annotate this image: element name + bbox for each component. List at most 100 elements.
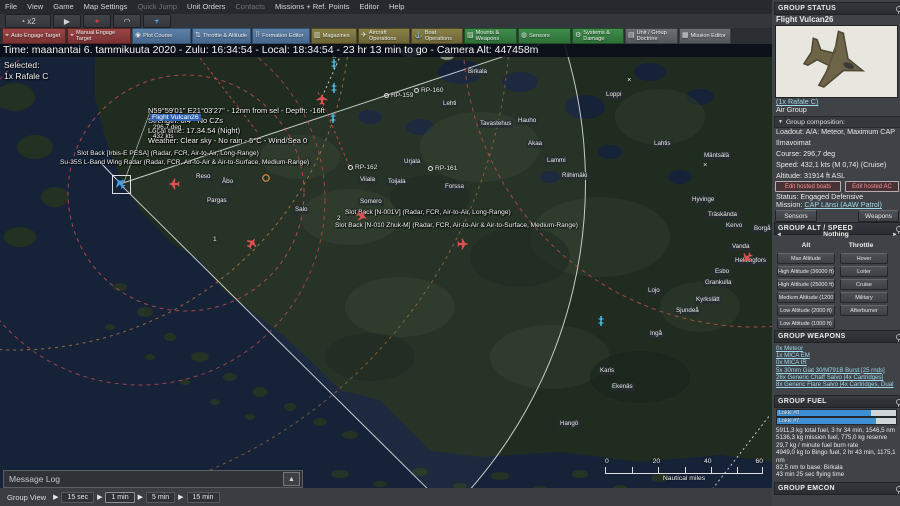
menu-game[interactable]: Game <box>48 0 78 14</box>
menu-file[interactable]: File <box>0 0 22 14</box>
edit-hosted-ac-button[interactable]: Edit hosted AC <box>845 181 899 192</box>
run-pause-button[interactable]: ▶ <box>53 14 81 28</box>
expand-log-button[interactable]: ▲ <box>283 472 300 486</box>
aircraft-operations-button[interactable]: ✈Aircraft Operations <box>358 28 410 44</box>
air-contact-icon[interactable] <box>328 82 340 94</box>
weapon-link[interactable]: 1x MICA EM <box>776 352 897 359</box>
sensors-panel-button[interactable]: Sensors <box>775 210 817 222</box>
ref-point[interactable]: RP-160 <box>414 87 443 94</box>
pin-icon[interactable] <box>896 399 900 405</box>
hostile-aircraft-icon[interactable] <box>456 237 470 251</box>
map-place-label: Hangö <box>558 420 580 428</box>
formation-editor-button[interactable]: ⠿Formation Editor <box>252 28 310 44</box>
sensors-button[interactable]: ◍Sensors <box>518 28 571 44</box>
gear-icon: ⚙ <box>575 32 581 40</box>
preset-next-arrow[interactable]: ► <box>892 232 898 238</box>
hostile-aircraft-icon[interactable] <box>355 209 369 223</box>
throttle-icon: ⇅ <box>195 32 201 40</box>
map-place-label: Lahtis <box>652 140 673 148</box>
fuel-line: 5136,3 kg mission fuel, 775,0 kg reserve <box>776 434 896 441</box>
weapons-panel-button[interactable]: Weapons <box>858 210 899 222</box>
loadout-line: Loadout: A/A: Meteor, Maximum CAP <box>776 127 895 136</box>
interval-15min[interactable]: 15 min <box>187 492 220 503</box>
group-fuel-header[interactable]: GROUP FUEL <box>774 395 900 408</box>
low-altitude-1000-button[interactable]: Low Altitude (1000 ft) <box>777 318 835 329</box>
map-place-label: Akaa <box>526 140 544 148</box>
boat-operations-button[interactable]: ⚓Boat Operations <box>411 28 463 44</box>
pin-icon[interactable] <box>896 334 900 340</box>
unit-datablock-name[interactable]: Flight Vulcan26 <box>150 114 201 121</box>
course-line: Course: 296,7 deg <box>776 149 835 158</box>
friendly-aircraft-icon[interactable] <box>113 176 127 190</box>
military-button[interactable]: Military <box>840 292 888 303</box>
hover-button[interactable]: Hover <box>840 253 888 264</box>
pin-icon[interactable] <box>896 6 900 12</box>
weapon-link[interactable]: 8x Generic Flare Salvo [4x Cartridges, D… <box>776 381 897 388</box>
cruise-button[interactable]: Cruise <box>840 279 888 290</box>
unit-group-doctrine-button[interactable]: ▤Unit / Group Doctrine <box>625 28 678 44</box>
weapons-list: 0x Meteor 1x MICA EM 0x MICA IR 5x 30mm … <box>776 345 897 388</box>
group-weapons-header[interactable]: GROUP WEAPONS <box>774 330 900 343</box>
map-place-label: Hauho <box>516 117 538 125</box>
group-status-header[interactable]: GROUP STATUS <box>774 2 900 15</box>
high-altitude-25000-button[interactable]: High Altitude (25000 ft) <box>777 279 835 290</box>
menu-editor[interactable]: Editor <box>354 0 384 14</box>
air-contact-icon[interactable] <box>328 58 340 70</box>
medium-altitude-button[interactable]: Medium Altitude (1200 <box>777 292 835 303</box>
unknown-contact-icon[interactable] <box>261 173 271 183</box>
low-altitude-2000-button[interactable]: Low Altitude (2000 ft) <box>777 305 835 316</box>
throttle-column-label: Throttle <box>837 242 885 249</box>
max-altitude-button[interactable]: Max Altitude <box>777 253 835 264</box>
tactical-map[interactable]: Selected: 1x Rafale C N59°59'01" E21°03'… <box>0 44 772 506</box>
menu-missions-ref-points[interactable]: Missions + Ref. Points <box>270 0 354 14</box>
plot-course-button[interactable]: ◉Plot Course <box>132 28 191 44</box>
play-step-icon[interactable]: ▶ <box>94 493 105 501</box>
menu-map-settings[interactable]: Map Settings <box>79 0 133 14</box>
menu-help[interactable]: Help <box>384 0 409 14</box>
ref-point[interactable]: RP-161 <box>428 165 457 172</box>
group-emcon-header[interactable]: GROUP EMCON <box>774 482 900 495</box>
air-contact-icon[interactable] <box>327 112 339 124</box>
group-view-label: Group View <box>0 493 50 502</box>
sensor-label: Slot Back [N-010 Zhuk-M] (Radar, FCR, Ai… <box>335 222 578 229</box>
interval-5min[interactable]: 5 min <box>146 492 175 503</box>
ref-point[interactable]: RP-159 <box>384 92 413 99</box>
interval-1min[interactable]: 1 min <box>105 492 134 503</box>
loiter-button[interactable]: Loiter <box>840 266 888 277</box>
play-step-icon[interactable]: ▶ <box>50 493 61 501</box>
play-step-icon[interactable]: ▶ <box>175 493 186 501</box>
mission-editor-button[interactable]: ▦Mission Editor <box>679 28 731 44</box>
weapon-link[interactable]: 0x MICA IR <box>776 359 897 366</box>
systems-damage-button[interactable]: ⚙Systems & Damage <box>572 28 624 44</box>
interval-15sec[interactable]: 15 sec <box>61 492 94 503</box>
weapon-link[interactable]: 26x Generic Chaff Salvo [4x Cartridges] <box>776 374 897 381</box>
hostile-aircraft-icon[interactable] <box>245 236 259 250</box>
air-contact-icon[interactable] <box>595 315 607 327</box>
menu-unit-orders[interactable]: Unit Orders <box>182 0 230 14</box>
menu-view[interactable]: View <box>22 0 48 14</box>
pin-icon[interactable] <box>896 486 900 492</box>
edit-hosted-boats-button[interactable]: Edit hosted boats <box>775 181 841 192</box>
play-step-icon[interactable]: ▶ <box>135 493 146 501</box>
ref-point[interactable]: RP-162 <box>348 164 377 171</box>
weapon-link[interactable]: 0x Meteor <box>776 345 897 352</box>
range-rings-button[interactable]: ◠ <box>113 14 141 28</box>
record-button[interactable]: ● <box>83 14 111 28</box>
afterburner-button[interactable]: Afterburner <box>840 305 888 316</box>
throttle-altitude-button[interactable]: ⇅Throttle & Altitude <box>192 28 251 44</box>
message-log-bar[interactable]: Message Log ▲ <box>3 470 303 488</box>
mission-link[interactable]: CAP Länsi (AAW Patrol) <box>804 200 882 209</box>
time-compression-button[interactable]: ◔ x2 <box>5 14 51 28</box>
high-altitude-36000-button[interactable]: High Altitude (36000 ft) <box>777 266 835 277</box>
hostile-aircraft-icon[interactable] <box>740 251 754 265</box>
hostile-aircraft-icon[interactable] <box>315 92 329 106</box>
play-icon: ▶ <box>64 17 70 26</box>
hostile-aircraft-icon[interactable] <box>167 177 181 191</box>
manual-engage-target-button[interactable]: ⌖Manual Engage Target <box>67 28 131 44</box>
auto-engage-target-button[interactable]: ⌖Auto Engage Target <box>2 28 66 44</box>
weapon-link[interactable]: 5x 30mm Giat 30/M791B Burst [25 rnds] <box>776 367 897 374</box>
mounts-weapons-button[interactable]: ▨Mounts & Weapons <box>464 28 517 44</box>
magazines-button[interactable]: ▥Magazines <box>311 28 357 44</box>
pointer-mode-button[interactable]: ➤ <box>143 14 171 28</box>
map-place-label: Ekenäs <box>610 383 635 391</box>
